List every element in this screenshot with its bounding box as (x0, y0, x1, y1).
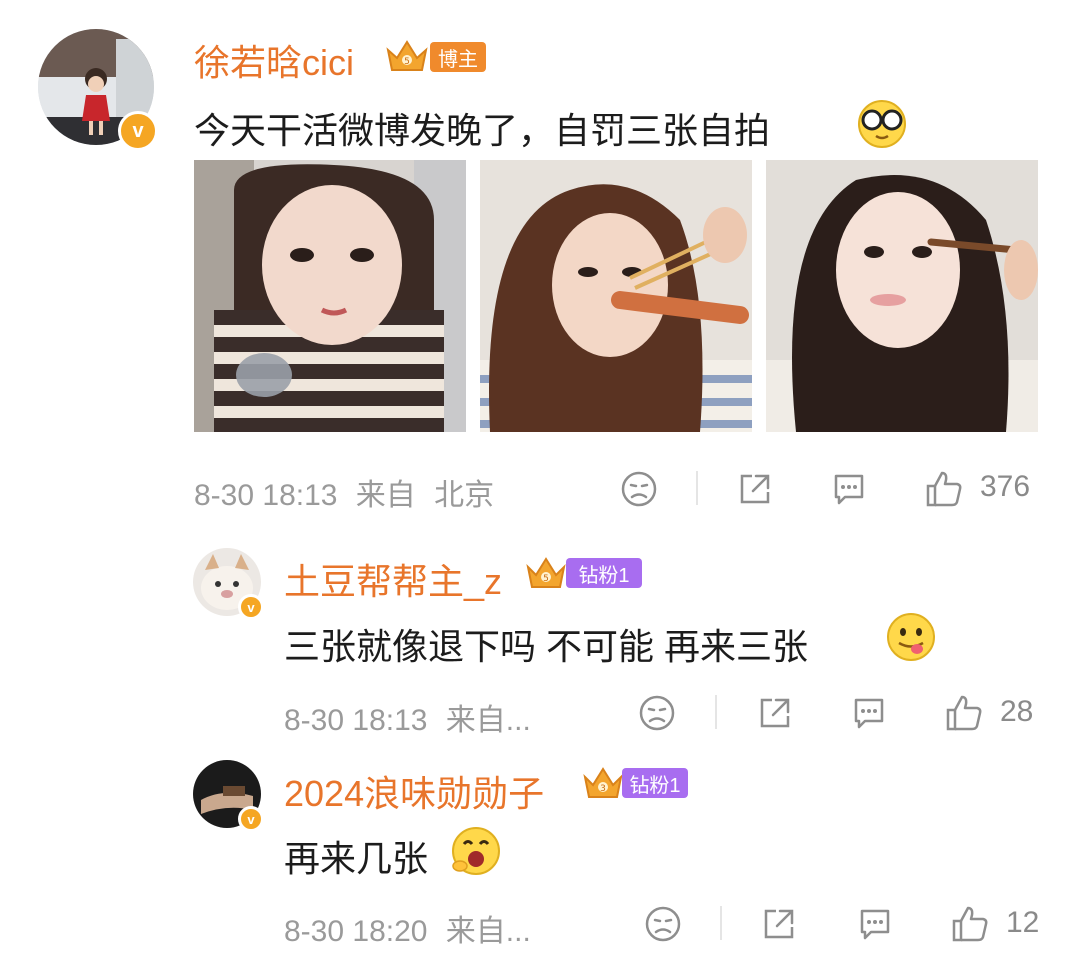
crown-icon: 3 (581, 764, 625, 802)
tongue-emoji-icon (884, 610, 938, 664)
post-photo-2[interactable] (480, 160, 752, 432)
dislike-icon[interactable] (638, 694, 676, 732)
excited-emoji-icon (448, 824, 504, 878)
post-text: 今天干活微博发晚了，自罚三张自拍 (194, 102, 770, 154)
post-photo-1[interactable] (194, 160, 466, 432)
post-content: 今天干活微博发晚了，自罚三张自拍 (194, 110, 771, 151)
fan-level-tag: 钻粉1 (566, 558, 642, 588)
author-name[interactable]: 徐若晗cici (194, 34, 354, 86)
comment-source: 来自... (445, 704, 531, 737)
crown-icon: 5 (524, 554, 568, 592)
verified-badge-icon: v (238, 806, 264, 832)
action-divider (696, 471, 698, 505)
like-icon[interactable] (944, 693, 984, 733)
verified-badge-icon: v (118, 111, 158, 151)
action-divider (715, 695, 717, 729)
like-count: 28 (1000, 695, 1034, 728)
crown-icon: 5 (384, 36, 430, 76)
share-icon[interactable] (756, 694, 794, 732)
fan-level-tag: 钻粉1 (622, 768, 688, 798)
like-icon[interactable] (924, 469, 964, 509)
commenter-name[interactable]: 土豆帮帮主_z (284, 553, 502, 605)
svg-text:3: 3 (600, 784, 606, 794)
glasses-emoji-icon (854, 96, 910, 150)
dislike-icon[interactable] (644, 905, 682, 943)
blogger-tag: 博主 (430, 42, 486, 72)
commenter-name[interactable]: 2024浪味勋勋子 (284, 765, 544, 817)
share-icon[interactable] (736, 470, 774, 508)
comment-icon[interactable] (830, 470, 868, 508)
post-time: 8-30 18:13 (194, 479, 338, 512)
action-divider (720, 906, 722, 940)
post-meta: 8-30 18:13 来自 北京 (194, 470, 494, 514)
comment-text: 三张就像退下吗 不可能 再来三张 (284, 626, 809, 667)
verified-badge-icon: v (238, 594, 264, 620)
comment-meta: 8-30 18:13 来自... (284, 695, 531, 739)
svg-text:5: 5 (543, 574, 549, 584)
comment-icon[interactable] (856, 905, 894, 943)
comment-time: 8-30 18:20 (284, 915, 428, 948)
like-count: 376 (980, 470, 1031, 503)
comment-icon[interactable] (850, 694, 888, 732)
dislike-icon[interactable] (620, 470, 658, 508)
post-source-prefix: 来自 (355, 479, 416, 512)
comment-source: 来自... (445, 915, 531, 948)
share-icon[interactable] (760, 905, 798, 943)
like-icon[interactable] (950, 904, 990, 944)
comment-meta: 8-30 18:20 来自... (284, 906, 531, 950)
comment-text: 再来几张 (284, 838, 429, 879)
post-photo-3[interactable] (766, 160, 1038, 432)
like-count: 12 (1006, 906, 1040, 939)
svg-text:5: 5 (404, 57, 410, 67)
post-location: 北京 (434, 479, 495, 512)
comment-time: 8-30 18:13 (284, 704, 428, 737)
